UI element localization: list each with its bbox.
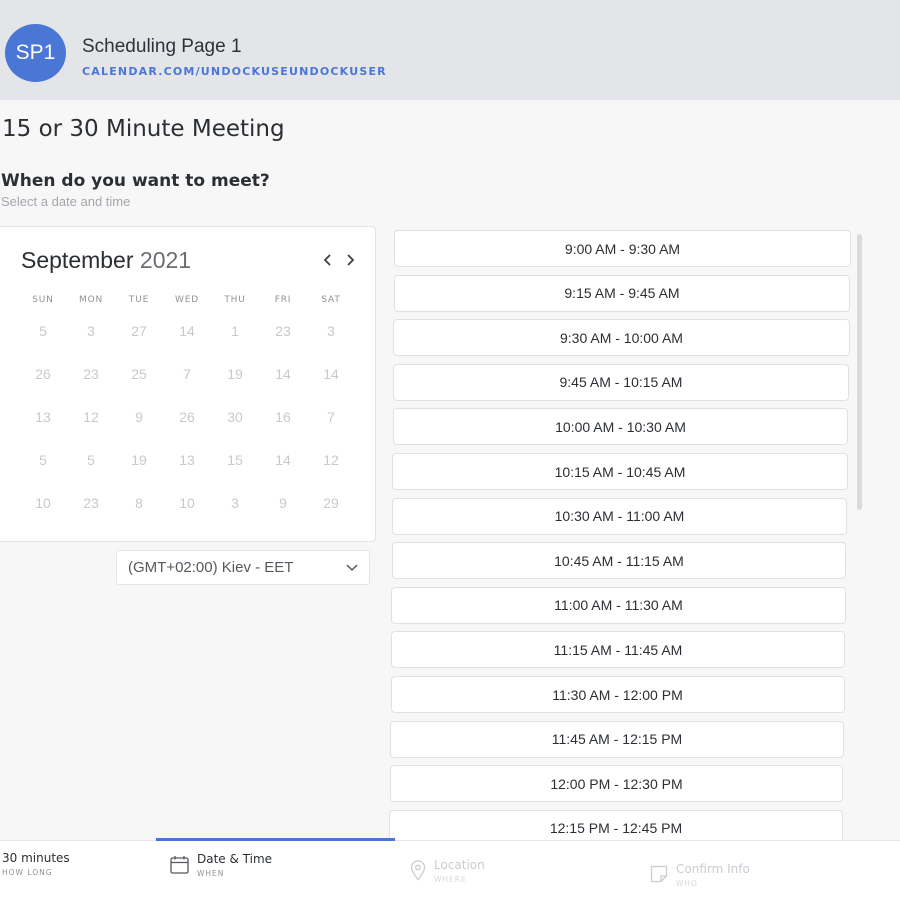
- calendar-month-year: September 2021: [21, 247, 191, 274]
- steps-bar: 30 minutes HOW LONG Date & Time WHEN Loc…: [0, 840, 900, 900]
- calendar-day[interactable]: 26: [19, 366, 67, 382]
- calendar-day[interactable]: 3: [67, 323, 115, 339]
- calendar-icon: [170, 856, 189, 874]
- calendar-month: September: [21, 247, 134, 273]
- section-heading: When do you want to meet?: [1, 171, 270, 191]
- calendar-day[interactable]: 10: [163, 495, 211, 511]
- calendar-day[interactable]: 10: [19, 495, 67, 511]
- calendar-day[interactable]: 7: [163, 366, 211, 382]
- calendar-day[interactable]: 8: [115, 495, 163, 511]
- weekday-label: FRI: [274, 295, 292, 305]
- calendar-day[interactable]: 5: [19, 323, 67, 339]
- calendar: September 2021 SUN MON TUE WED THU FRI S…: [0, 226, 376, 542]
- calendar-day[interactable]: 9: [259, 495, 307, 511]
- calendar-day[interactable]: 23: [259, 323, 307, 339]
- timezone-value: (GMT+02:00) Kiev - EET: [128, 559, 294, 576]
- step-date-time[interactable]: Date & Time WHEN: [170, 852, 272, 878]
- step-progress-indicator: [156, 838, 395, 841]
- chevron-left-icon[interactable]: [323, 251, 333, 272]
- calendar-week-row: 26 23 25 7 19 14 14: [19, 366, 355, 382]
- weekday-label: SUN: [32, 295, 54, 305]
- calendar-week-row: 5 5 19 13 15 14 12: [19, 452, 355, 468]
- step-sublabel: WHERE: [434, 875, 467, 884]
- weekday-header: SUN MON TUE WED THU FRI SAT: [19, 295, 355, 305]
- calendar-day[interactable]: 14: [259, 366, 307, 382]
- timezone-select[interactable]: (GMT+02:00) Kiev - EET: [116, 550, 370, 585]
- weekday-label: TUE: [128, 295, 150, 305]
- chevron-right-icon[interactable]: [345, 251, 355, 272]
- calendar-day[interactable]: 12: [307, 452, 355, 468]
- calendar-day[interactable]: 7: [307, 409, 355, 425]
- calendar-day[interactable]: 19: [211, 366, 259, 382]
- avatar: SP1: [5, 24, 66, 82]
- calendar-day[interactable]: 19: [115, 452, 163, 468]
- weekday-label: MON: [79, 295, 103, 305]
- time-slot-button[interactable]: 11:45 AM - 12:15 PM: [390, 720, 844, 758]
- meeting-title: 15 or 30 Minute Meeting: [2, 116, 285, 142]
- calendar-day[interactable]: 16: [259, 409, 307, 425]
- calendar-week-row: 5 3 27 14 1 23 3: [19, 323, 355, 339]
- calendar-day[interactable]: 13: [19, 409, 67, 425]
- calendar-day[interactable]: 25: [115, 366, 163, 382]
- calendar-day[interactable]: 14: [163, 323, 211, 339]
- scheduling-page-name: Scheduling Page 1: [82, 36, 242, 57]
- note-icon: [650, 865, 668, 883]
- step-label: 30 minutes: [2, 851, 70, 865]
- calendar-day[interactable]: 3: [307, 323, 355, 339]
- calendar-day[interactable]: 13: [163, 452, 211, 468]
- time-slot-button[interactable]: 12:00 PM - 12:30 PM: [389, 765, 844, 803]
- time-slot-button[interactable]: 9:15 AM - 9:45 AM: [393, 274, 851, 312]
- time-slot-button[interactable]: 10:00 AM - 10:30 AM: [392, 408, 849, 446]
- calendar-day[interactable]: 5: [19, 452, 67, 468]
- calendar-year: 2021: [139, 247, 192, 273]
- step-label: Location: [434, 858, 485, 872]
- calendar-week-row: 10 23 8 10 3 9 29: [19, 495, 355, 511]
- time-slot-button[interactable]: 11:00 AM - 11:30 AM: [391, 586, 846, 624]
- calendar-week-row: 13 12 9 26 30 16 7: [19, 409, 355, 425]
- calendar-day[interactable]: 14: [259, 452, 307, 468]
- time-slot-button[interactable]: 9:45 AM - 10:15 AM: [392, 363, 850, 401]
- step-location[interactable]: Location WHERE: [410, 858, 485, 884]
- time-slot-button[interactable]: 10:45 AM - 11:15 AM: [391, 542, 847, 580]
- calendar-day[interactable]: 15: [211, 452, 259, 468]
- step-label: Confirm Info: [676, 862, 750, 876]
- scrollbar[interactable]: [857, 234, 862, 510]
- header-bar: SP1 Scheduling Page 1 CALENDAR.COM/UNDOC…: [0, 0, 900, 100]
- time-slot-list: 9:00 AM - 9:30 AM 9:15 AM - 9:45 AM 9:30 A…: [384, 227, 854, 852]
- calendar-day[interactable]: 1: [211, 323, 259, 339]
- step-how-long[interactable]: 30 minutes HOW LONG: [2, 851, 70, 877]
- calendar-day[interactable]: 23: [67, 495, 115, 511]
- calendar-day[interactable]: 30: [211, 409, 259, 425]
- step-sublabel: HOW LONG: [2, 868, 53, 877]
- scheduling-page-url[interactable]: CALENDAR.COM/UNDOCKUSEUNDOCKUSER: [82, 65, 387, 78]
- calendar-day[interactable]: 12: [67, 409, 115, 425]
- calendar-day[interactable]: 3: [211, 495, 259, 511]
- section-subtext: Select a date and time: [1, 194, 131, 209]
- calendar-day[interactable]: 9: [115, 409, 163, 425]
- calendar-day[interactable]: 5: [67, 452, 115, 468]
- time-slot-button[interactable]: 9:30 AM - 10:00 AM: [393, 319, 850, 357]
- calendar-day[interactable]: 14: [307, 366, 355, 382]
- chevron-down-icon: [346, 564, 358, 572]
- calendar-day[interactable]: 23: [67, 366, 115, 382]
- step-sublabel: WHO: [676, 879, 698, 888]
- calendar-day[interactable]: 27: [115, 323, 163, 339]
- calendar-day[interactable]: 26: [163, 409, 211, 425]
- time-slot-button[interactable]: 9:00 AM - 9:30 AM: [394, 230, 851, 267]
- time-slot-button[interactable]: 11:15 AM - 11:45 AM: [390, 631, 846, 669]
- weekday-label: SAT: [321, 295, 341, 305]
- step-confirm-info[interactable]: Confirm Info WHO: [650, 862, 750, 888]
- time-slot-button[interactable]: 10:30 AM - 11:00 AM: [391, 497, 848, 535]
- location-pin-icon: [410, 860, 426, 881]
- step-sublabel: WHEN: [197, 869, 225, 878]
- time-slot-button[interactable]: 10:15 AM - 10:45 AM: [392, 453, 848, 490]
- weekday-label: THU: [224, 295, 246, 305]
- calendar-day[interactable]: 29: [307, 495, 355, 511]
- time-slot-button[interactable]: 11:30 AM - 12:00 PM: [390, 676, 845, 713]
- step-label: Date & Time: [197, 852, 273, 866]
- weekday-label: WED: [175, 295, 199, 305]
